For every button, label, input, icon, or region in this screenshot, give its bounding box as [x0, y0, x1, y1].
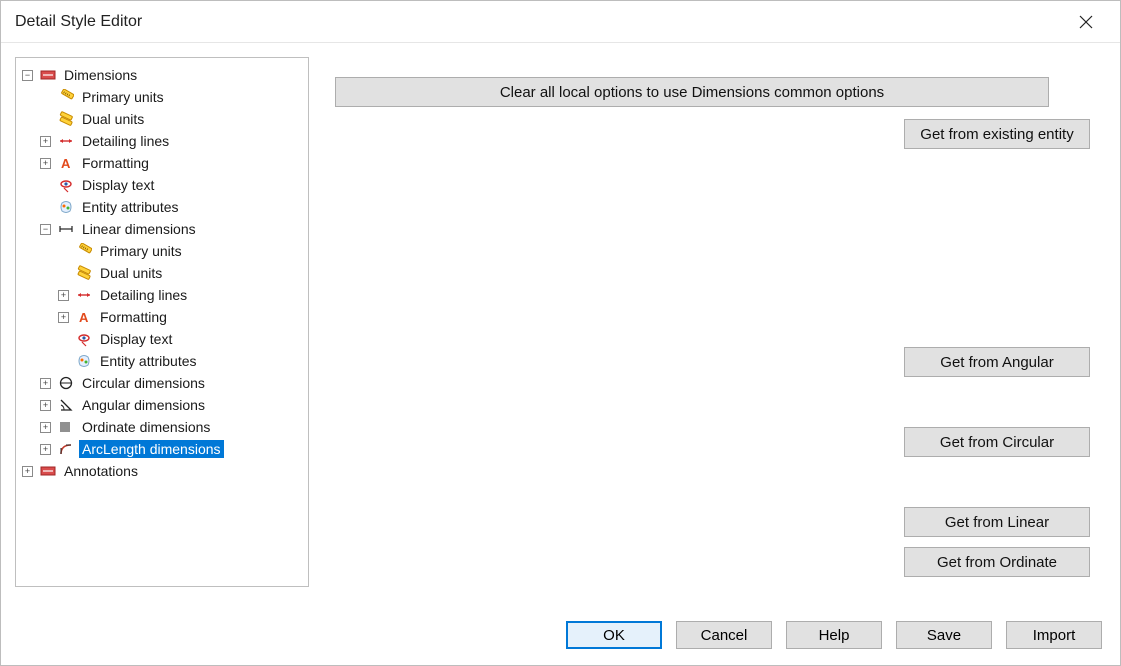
- get-from-ordinate-button[interactable]: Get from Ordinate: [904, 547, 1090, 577]
- formatting-icon: [57, 154, 75, 172]
- expand-icon[interactable]: +: [40, 378, 51, 389]
- tree-item-detailing-lines[interactable]: + Detailing lines: [38, 130, 304, 152]
- annotations-icon: [39, 462, 57, 480]
- tree-label: ArcLength dimensions: [79, 440, 224, 458]
- tree-label: Display text: [79, 176, 157, 194]
- ok-button[interactable]: OK: [566, 621, 662, 649]
- tree-label: Annotations: [61, 462, 141, 480]
- cancel-button[interactable]: Cancel: [676, 621, 772, 649]
- tree-item-lin-dual-units[interactable]: Dual units: [56, 262, 304, 284]
- entity-attrs-icon: [57, 198, 75, 216]
- close-button[interactable]: [1066, 2, 1106, 42]
- tree-label: Circular dimensions: [79, 374, 208, 392]
- collapse-icon[interactable]: −: [22, 70, 33, 81]
- style-tree[interactable]: − Dimensions Primary units: [15, 57, 309, 587]
- tree-item-angular-dimensions[interactable]: + Angular dimensions: [38, 394, 304, 416]
- ruler-icon: [57, 88, 75, 106]
- expand-icon[interactable]: +: [40, 400, 51, 411]
- titlebar: Detail Style Editor: [1, 1, 1120, 43]
- tree-item-formatting[interactable]: + Formatting: [38, 152, 304, 174]
- tree-item-primary-units[interactable]: Primary units: [38, 86, 304, 108]
- tree-item-lin-entity-attributes[interactable]: Entity attributes: [56, 350, 304, 372]
- arclength-icon: [57, 440, 75, 458]
- ruler2-icon: [57, 110, 75, 128]
- expand-icon[interactable]: +: [40, 158, 51, 169]
- tree-item-arclength-dimensions[interactable]: + ArcLength dimensions: [38, 438, 304, 460]
- angular-icon: [57, 396, 75, 414]
- tree-label: Dual units: [97, 264, 165, 282]
- get-from-angular-button[interactable]: Get from Angular: [904, 347, 1090, 377]
- options-panel: Clear all local options to use Dimension…: [335, 57, 1102, 605]
- entity-attrs-icon: [75, 352, 93, 370]
- get-from-linear-button[interactable]: Get from Linear: [904, 507, 1090, 537]
- tree-item-entity-attributes[interactable]: Entity attributes: [38, 196, 304, 218]
- tree-label: Entity attributes: [79, 198, 182, 216]
- tree-item-linear-dimensions[interactable]: − Linear dimensions: [38, 218, 304, 240]
- tree-item-dimensions[interactable]: − Dimensions: [20, 64, 304, 86]
- tree-label: Formatting: [97, 308, 170, 326]
- tree-label: Ordinate dimensions: [79, 418, 213, 436]
- detailing-icon: [75, 286, 93, 304]
- tree-label: Entity attributes: [97, 352, 200, 370]
- tree-label: Dimensions: [61, 66, 140, 84]
- close-icon: [1079, 15, 1093, 29]
- tree-label: Dual units: [79, 110, 147, 128]
- ruler2-icon: [75, 264, 93, 282]
- tree-item-lin-display-text[interactable]: Display text: [56, 328, 304, 350]
- help-button[interactable]: Help: [786, 621, 882, 649]
- dimensions-icon: [39, 66, 57, 84]
- window-title: Detail Style Editor: [15, 13, 142, 31]
- dialog-footer: OK Cancel Help Save Import: [1, 605, 1120, 665]
- import-button[interactable]: Import: [1006, 621, 1102, 649]
- collapse-icon[interactable]: −: [40, 224, 51, 235]
- tree-item-lin-detailing-lines[interactable]: + Detailing lines: [56, 284, 304, 306]
- tree-item-ordinate-dimensions[interactable]: + Ordinate dimensions: [38, 416, 304, 438]
- expand-icon[interactable]: +: [58, 290, 69, 301]
- tree-label: Primary units: [97, 242, 185, 260]
- tree-item-dual-units[interactable]: Dual units: [38, 108, 304, 130]
- tree-label: Detailing lines: [79, 132, 172, 150]
- display-text-icon: [75, 330, 93, 348]
- tree-item-annotations[interactable]: + Annotations: [20, 460, 304, 482]
- expand-icon[interactable]: +: [40, 444, 51, 455]
- ordinate-icon: [57, 418, 75, 436]
- ruler-icon: [75, 242, 93, 260]
- tree-label: Linear dimensions: [79, 220, 199, 238]
- tree-item-lin-formatting[interactable]: + Formatting: [56, 306, 304, 328]
- tree-label: Display text: [97, 330, 175, 348]
- tree-item-display-text[interactable]: Display text: [38, 174, 304, 196]
- clear-all-button[interactable]: Clear all local options to use Dimension…: [335, 77, 1049, 107]
- detailing-icon: [57, 132, 75, 150]
- linear-icon: [57, 220, 75, 238]
- expand-icon[interactable]: +: [58, 312, 69, 323]
- circular-icon: [57, 374, 75, 392]
- tree-label: Formatting: [79, 154, 152, 172]
- tree-label: Primary units: [79, 88, 167, 106]
- save-button[interactable]: Save: [896, 621, 992, 649]
- expand-icon[interactable]: +: [40, 136, 51, 147]
- dialog-window: Detail Style Editor − Dimensions: [0, 0, 1121, 666]
- expand-icon[interactable]: +: [22, 466, 33, 477]
- tree-label: Detailing lines: [97, 286, 190, 304]
- tree-item-circular-dimensions[interactable]: + Circular dimensions: [38, 372, 304, 394]
- expand-icon[interactable]: +: [40, 422, 51, 433]
- tree-item-lin-primary-units[interactable]: Primary units: [56, 240, 304, 262]
- get-from-circular-button[interactable]: Get from Circular: [904, 427, 1090, 457]
- formatting-icon: [75, 308, 93, 326]
- get-from-existing-button[interactable]: Get from existing entity: [904, 119, 1090, 149]
- display-text-icon: [57, 176, 75, 194]
- tree-label: Angular dimensions: [79, 396, 208, 414]
